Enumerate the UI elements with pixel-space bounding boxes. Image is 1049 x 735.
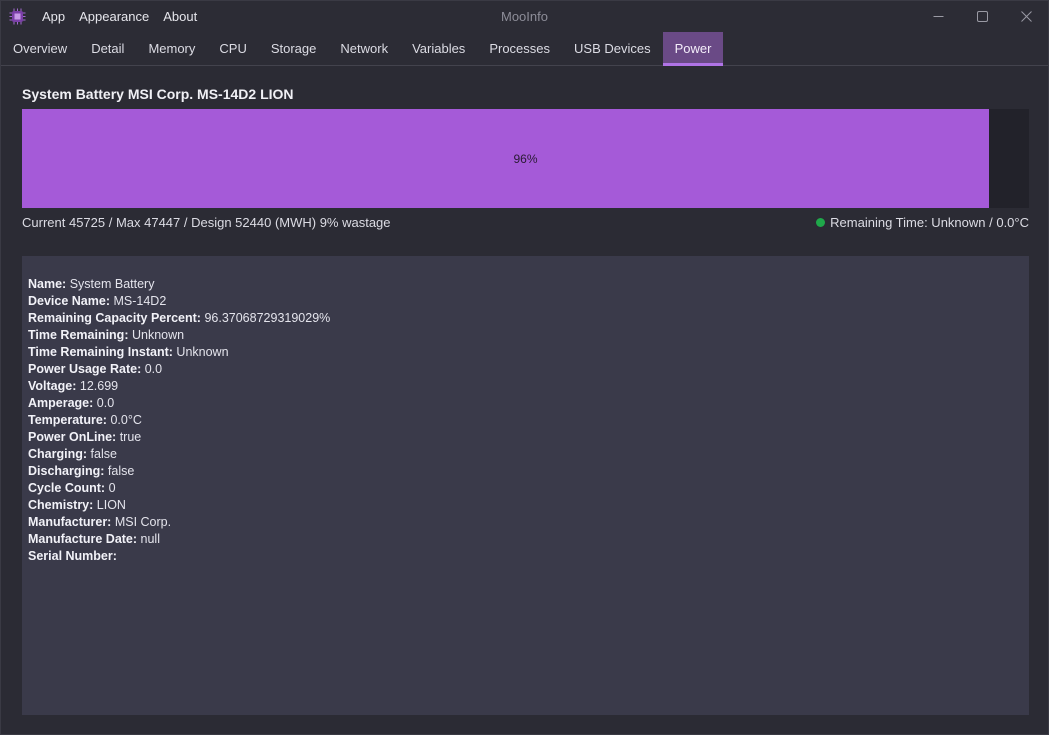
detail-key: Cycle Count: <box>28 481 106 495</box>
detail-value: true <box>119 430 142 444</box>
detail-row: Temperature: 0.0°C <box>28 412 330 429</box>
detail-key: Time Remaining: <box>28 328 129 342</box>
detail-key: Manufacture Date: <box>28 532 138 546</box>
detail-row: Time Remaining Instant: Unknown <box>28 344 330 361</box>
detail-value: 96.37068729319029% <box>204 311 331 325</box>
title-bar[interactable]: App Appearance About MooInfo <box>1 1 1048 32</box>
tab-storage[interactable]: Storage <box>259 32 329 65</box>
menu-appearance[interactable]: Appearance <box>72 1 156 32</box>
detail-key: Manufacturer: <box>28 515 112 529</box>
detail-value: false <box>90 447 117 461</box>
detail-row: Time Remaining: Unknown <box>28 327 330 344</box>
detail-key: Amperage: <box>28 396 94 410</box>
detail-value: false <box>107 464 135 478</box>
tab-memory[interactable]: Memory <box>136 32 207 65</box>
window-controls <box>916 1 1048 32</box>
maximize-button[interactable] <box>960 1 1004 32</box>
detail-key: Chemistry: <box>28 498 94 512</box>
detail-value: 0.0°C <box>110 413 142 427</box>
detail-value: LION <box>96 498 126 512</box>
close-icon <box>1020 11 1032 22</box>
detail-value: MS-14D2 <box>113 294 167 308</box>
maximize-icon <box>976 11 988 22</box>
battery-title: System Battery MSI Corp. MS-14D2 LION <box>22 86 294 102</box>
detail-key: Power Usage Rate: <box>28 362 142 376</box>
minimize-icon <box>933 16 943 17</box>
detail-row: Manufacture Date: null <box>28 531 330 548</box>
power-page: System Battery MSI Corp. MS-14D2 LION 96… <box>1 66 1048 734</box>
detail-row: Charging: false <box>28 446 330 463</box>
detail-key: Voltage: <box>28 379 77 393</box>
detail-row: Remaining Capacity Percent: 96.370687293… <box>28 310 330 327</box>
detail-row: Name: System Battery <box>28 276 330 293</box>
detail-row: Cycle Count: 0 <box>28 480 330 497</box>
battery-progress-bar: 96% <box>22 109 1029 208</box>
menu-bar: App Appearance About <box>35 1 204 32</box>
battery-percent-label: 96% <box>513 151 538 166</box>
detail-row: Manufacturer: MSI Corp. <box>28 514 330 531</box>
tab-overview[interactable]: Overview <box>1 32 79 65</box>
detail-key: Device Name: <box>28 294 110 308</box>
detail-row: Serial Number: <box>28 548 330 565</box>
tab-cpu[interactable]: CPU <box>207 32 258 65</box>
detail-row: Chemistry: LION <box>28 497 330 514</box>
detail-row: Discharging: false <box>28 463 330 480</box>
tab-detail[interactable]: Detail <box>79 32 136 65</box>
detail-key: Temperature: <box>28 413 107 427</box>
detail-row: Amperage: 0.0 <box>28 395 330 412</box>
detail-row: Power OnLine: true <box>28 429 330 446</box>
detail-key: Name: <box>28 277 67 291</box>
detail-row: Power Usage Rate: 0.0 <box>28 361 330 378</box>
detail-value: 0.0 <box>96 396 115 410</box>
detail-value: Unknown <box>176 345 229 359</box>
tab-power[interactable]: Power <box>662 32 724 66</box>
tab-network[interactable]: Network <box>328 32 400 65</box>
detail-value: 12.699 <box>79 379 119 393</box>
remaining-time-label: Remaining Time: Unknown / 0.0°C <box>830 215 1029 230</box>
minimize-button[interactable] <box>916 1 960 32</box>
tab-bar: Overview Detail Memory CPU Storage Netwo… <box>1 32 1048 66</box>
menu-app[interactable]: App <box>35 1 72 32</box>
app-window: App Appearance About MooInfo Overview De… <box>0 0 1049 735</box>
detail-value: System Battery <box>69 277 155 291</box>
detail-key: Remaining Capacity Percent: <box>28 311 201 325</box>
status-dot-icon <box>816 218 826 227</box>
detail-value: 0.0 <box>144 362 163 376</box>
detail-row: Voltage: 12.699 <box>28 378 330 395</box>
battery-details-panel: Name: System Battery Device Name: MS-14D2… <box>22 256 1029 715</box>
detail-row: Device Name: MS-14D2 <box>28 293 330 310</box>
detail-key: Time Remaining Instant: <box>28 345 173 359</box>
detail-key: Discharging: <box>28 464 105 478</box>
detail-value: null <box>140 532 160 546</box>
battery-capacity-summary: Current 45725 / Max 47447 / Design 52440… <box>22 215 391 230</box>
tab-usb-devices[interactable]: USB Devices <box>562 32 663 65</box>
close-button[interactable] <box>1004 1 1048 32</box>
detail-key: Power OnLine: <box>28 430 117 444</box>
detail-value: Unknown <box>131 328 185 342</box>
menu-about[interactable]: About <box>156 1 204 32</box>
chip-icon[interactable] <box>9 8 26 25</box>
tab-processes[interactable]: Processes <box>477 32 562 65</box>
detail-value: 0 <box>108 481 116 495</box>
remaining-time-status: Remaining Time: Unknown / 0.0°C <box>816 215 1029 230</box>
detail-key: Charging: <box>28 447 88 461</box>
detail-value: MSI Corp. <box>114 515 172 529</box>
detail-key: Serial Number: <box>28 549 117 563</box>
battery-details-list: Name: System Battery Device Name: MS-14D2… <box>28 276 330 565</box>
tab-variables[interactable]: Variables <box>400 32 477 65</box>
